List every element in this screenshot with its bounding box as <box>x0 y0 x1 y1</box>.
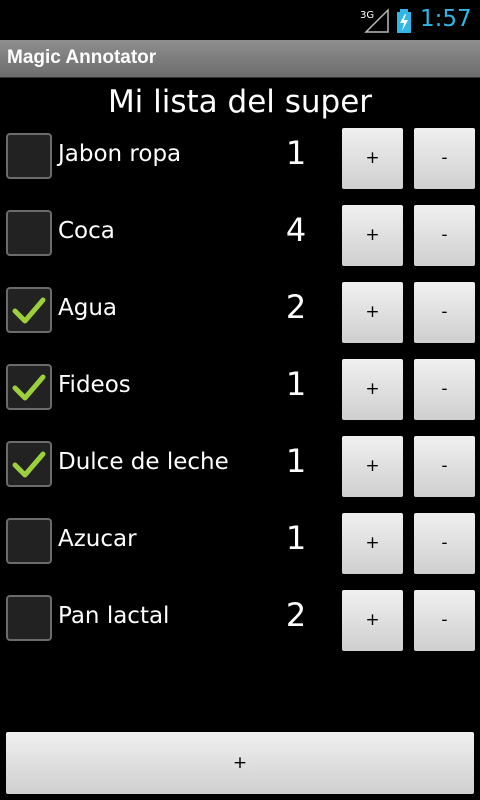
increment-button[interactable]: + <box>342 128 403 189</box>
item-label: Fideos <box>58 372 131 398</box>
list-item: Dulce de leche 1 + - <box>0 436 480 500</box>
list-item: Pan lactal 2 + - <box>0 590 480 654</box>
checkmark-icon <box>12 297 46 324</box>
increment-button[interactable]: + <box>342 282 403 343</box>
item-quantity: 1 <box>285 134 307 172</box>
app-title: Magic Annotator <box>7 47 157 68</box>
add-item-button[interactable]: + <box>6 732 474 794</box>
increment-button[interactable]: + <box>342 590 403 651</box>
item-quantity: 2 <box>285 288 307 326</box>
item-label: Coca <box>58 218 115 244</box>
item-quantity: 4 <box>285 211 307 249</box>
decrement-button[interactable]: - <box>414 590 475 651</box>
item-label: Jabon ropa <box>58 141 182 167</box>
increment-button[interactable]: + <box>342 436 403 497</box>
item-quantity: 1 <box>285 442 307 480</box>
item-checkbox[interactable] <box>6 364 52 410</box>
decrement-button[interactable]: - <box>414 359 475 420</box>
list-item: Jabon ropa 1 + - <box>0 128 480 192</box>
decrement-button[interactable]: - <box>414 205 475 266</box>
item-checkbox[interactable] <box>6 595 52 641</box>
decrement-button[interactable]: - <box>414 282 475 343</box>
increment-button[interactable]: + <box>342 205 403 266</box>
increment-button[interactable]: + <box>342 359 403 420</box>
decrement-button[interactable]: - <box>414 436 475 497</box>
list-item: Coca 4 + - <box>0 205 480 269</box>
item-quantity: 2 <box>285 596 307 634</box>
decrement-button[interactable]: - <box>414 513 475 574</box>
list-item: Azucar 1 + - <box>0 513 480 577</box>
status-bar: 3G 1:57 <box>0 0 480 40</box>
page-title: Mi lista del super <box>107 84 373 120</box>
battery-charging-icon <box>397 9 411 33</box>
item-label: Dulce de leche <box>58 449 229 475</box>
item-checkbox[interactable] <box>6 210 52 256</box>
checkmark-icon <box>12 374 46 401</box>
item-quantity: 1 <box>285 519 307 557</box>
status-time: 1:57 <box>420 6 472 32</box>
item-checkbox[interactable] <box>6 287 52 333</box>
item-label: Pan lactal <box>58 603 170 629</box>
decrement-button[interactable]: - <box>414 128 475 189</box>
item-checkbox[interactable] <box>6 441 52 487</box>
signal-icon: 3G <box>360 8 389 33</box>
item-quantity: 1 <box>285 365 307 403</box>
item-label: Agua <box>58 295 118 321</box>
list-item: Fideos 1 + - <box>0 359 480 423</box>
item-checkbox[interactable] <box>6 518 52 564</box>
network-type-label: 3G <box>360 10 374 21</box>
increment-button[interactable]: + <box>342 513 403 574</box>
item-checkbox[interactable] <box>6 133 52 179</box>
title-bar: Magic Annotator <box>0 40 480 78</box>
item-label: Azucar <box>58 526 137 552</box>
checkmark-icon <box>12 451 46 478</box>
list-item: Agua 2 + - <box>0 282 480 346</box>
